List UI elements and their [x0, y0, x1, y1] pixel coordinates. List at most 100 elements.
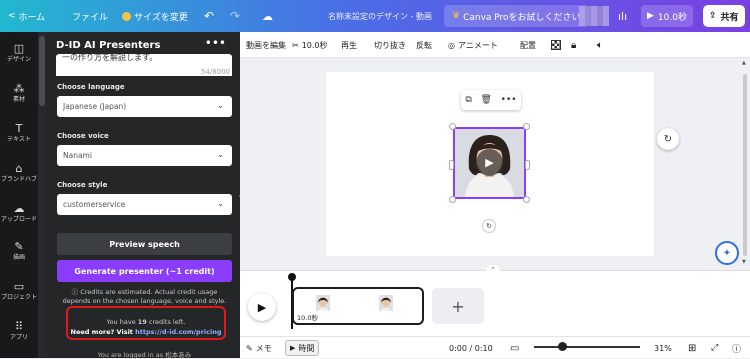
trim-button[interactable]: ✂ 10.0秒 — [292, 32, 328, 58]
position-button[interactable]: 配置 — [520, 32, 536, 58]
upgrade-button[interactable]: ♛ Canva Proをお試しください — [444, 5, 589, 27]
zoom-slider[interactable] — [534, 346, 640, 348]
flip-button[interactable]: 反転 — [416, 32, 432, 58]
resize-handle[interactable] — [449, 196, 456, 203]
share-icon: ⇪ — [709, 11, 717, 21]
chevron-down-icon: ⌄ — [217, 101, 224, 110]
crown-icon — [122, 11, 131, 21]
undo-icon[interactable]: ↶ — [204, 0, 214, 32]
canvas-scrollbar[interactable]: ▲ ▼ — [742, 60, 748, 266]
lock-icon[interactable]: 🔒︎ — [571, 32, 576, 58]
resize-handle[interactable] — [449, 123, 456, 130]
generate-presenter-button[interactable]: Generate presenter (~1 credit) — [57, 260, 232, 282]
file-menu[interactable]: ファイル — [72, 0, 108, 32]
credits-note: ⓘ Credits are estimated. Actual credit u… — [62, 288, 227, 305]
zoom-slider-knob[interactable] — [558, 342, 567, 351]
preview-speech-button[interactable]: Preview speech — [57, 233, 232, 255]
canvas-area: ⧉ 🗑︎ ••• ▶ ↻ — [240, 58, 750, 270]
draw-icon: ✎ — [14, 240, 24, 253]
resize-handle[interactable] — [523, 196, 530, 203]
rail-item-apps[interactable]: ⠿ アプリ — [0, 320, 38, 342]
credits-remaining: You have 19 credits left. — [106, 318, 186, 326]
home-button[interactable]: < ホーム — [8, 0, 45, 32]
clip-thumbnail — [316, 295, 330, 311]
volume-icon[interactable]: 🔈︎ — [597, 32, 603, 58]
layout-icon: ◫ — [13, 42, 25, 55]
crop-button[interactable]: 切り抜き — [374, 32, 406, 58]
more-icon[interactable]: ••• — [501, 95, 517, 105]
clip-duration: 10.0秒 — [297, 314, 318, 322]
rail-item-design[interactable]: ◫ デザイン — [0, 42, 38, 64]
transparency-icon[interactable] — [551, 32, 561, 58]
language-label: Choose language — [57, 83, 125, 91]
duplicate-icon[interactable]: ⧉ — [465, 95, 471, 105]
panel-title: D-ID AI Presenters — [56, 40, 161, 51]
presenter-video[interactable]: ▶ — [453, 127, 526, 199]
notes-icon: ✎ — [246, 343, 253, 353]
upload-icon: ☁ — [13, 202, 25, 215]
playback-button[interactable]: 再生 — [341, 32, 357, 58]
more-icon[interactable]: ••• — [205, 36, 226, 50]
play-preview-button[interactable]: ▶ 10.0秒 — [641, 5, 693, 27]
pricing-link[interactable]: https://d-id.com/pricing — [135, 328, 221, 336]
voice-select[interactable]: Nanami ⌄ — [57, 145, 232, 166]
add-page-button[interactable]: + — [432, 288, 484, 324]
chevron-down-icon: ⌄ — [217, 199, 224, 208]
fullscreen-icon[interactable]: ⤢ — [711, 337, 718, 359]
rotate-icon[interactable]: ↻ — [482, 219, 496, 233]
panel-scrollbar[interactable] — [38, 32, 46, 358]
magic-assistant-icon[interactable]: ✦ — [715, 241, 739, 265]
app-panel: D-ID AI Presenters ••• 一の作り方を解説します。 54/8… — [46, 32, 240, 359]
time-readout: 0:00 / 0:10 — [449, 343, 493, 353]
text-icon: T — [15, 122, 23, 135]
folder-icon: ▭ — [13, 280, 25, 293]
play-icon: ▶ — [647, 11, 654, 21]
timeline: ⌃ ▶ 10.0秒 + — [240, 265, 750, 336]
redo-icon[interactable]: ↷ — [230, 0, 240, 32]
edit-video-button[interactable]: 動画を編集 — [246, 32, 286, 58]
rail-item-brand[interactable]: ⌂ ブランドハブ — [0, 162, 38, 184]
refresh-icon[interactable]: ↻ — [657, 128, 679, 150]
timeline-play-button[interactable]: ▶ — [248, 293, 276, 321]
crown-icon: ♛ — [452, 11, 461, 21]
chevron-down-icon: ⌄ — [217, 150, 224, 159]
rail-item-elements[interactable]: ⁂ 素材 — [0, 82, 38, 104]
notes-button[interactable]: ✎ メモ — [246, 337, 272, 359]
play-icon: ▶ — [257, 300, 267, 314]
animate-icon: ◎ — [448, 40, 455, 50]
resize-handle[interactable] — [449, 160, 454, 170]
char-count: 54/8000 — [200, 68, 230, 76]
timer-icon: ▶ — [290, 344, 296, 352]
style-select[interactable]: customerservice ⌄ — [57, 194, 232, 215]
elements-icon: ⁂ — [13, 82, 25, 95]
help-icon[interactable]: ⓘ — [732, 337, 741, 359]
editor-toolbar: 動画を編集 ✂ 10.0秒 再生 切り抜き 反転 ◎ アニメート 配置 🔒︎ 🔈… — [240, 32, 750, 58]
insights-icon[interactable]: ılı — [618, 0, 627, 32]
timing-button[interactable]: ▶ 時間 — [285, 340, 320, 356]
rail-item-text[interactable]: T テキスト — [0, 122, 38, 144]
page-view-icon[interactable]: ▭ — [510, 337, 519, 359]
share-button[interactable]: ⇪ 共有 — [703, 5, 745, 27]
bottom-bar: ✎ メモ ▶ 時間 0:00 / 0:10 ▭ 31% ⊞ ⤢ ⓘ — [240, 336, 750, 358]
grid-view-icon[interactable]: ⊞ — [688, 337, 696, 359]
rail-item-projects[interactable]: ▭ プロジェクト — [0, 280, 38, 302]
resize-button[interactable]: サイズを変更 — [122, 0, 188, 32]
rail-item-draw[interactable]: ✎ 描画 — [0, 240, 38, 262]
trash-icon[interactable]: 🗑︎ — [481, 95, 492, 105]
cloud-sync-icon[interactable]: ☁ — [262, 0, 273, 32]
language-select[interactable]: Japanese (Japan) ⌄ — [57, 96, 232, 117]
animate-button[interactable]: ◎ アニメート — [448, 32, 498, 58]
top-bar: < ホーム ファイル サイズを変更 ↶ ↷ ☁ 名称未設定のデザイン - 動画 … — [0, 0, 750, 32]
rail-item-upload[interactable]: ☁ アップロード — [0, 202, 38, 224]
resize-handle[interactable] — [525, 160, 530, 170]
zoom-level[interactable]: 31% — [654, 337, 672, 359]
document-title[interactable]: 名称未設定のデザイン - 動画 — [328, 0, 432, 32]
play-icon[interactable]: ▶ — [476, 149, 503, 176]
resize-handle[interactable] — [523, 123, 530, 130]
chevron-up-icon[interactable]: ⌃ — [486, 265, 500, 275]
avatar[interactable] — [579, 0, 609, 32]
floating-toolbar: ⧉ 🗑︎ ••• — [461, 90, 521, 110]
scissors-icon: ✂ — [292, 40, 299, 50]
style-label: Choose style — [57, 181, 108, 189]
timeline-clip[interactable]: 10.0秒 — [292, 287, 424, 325]
